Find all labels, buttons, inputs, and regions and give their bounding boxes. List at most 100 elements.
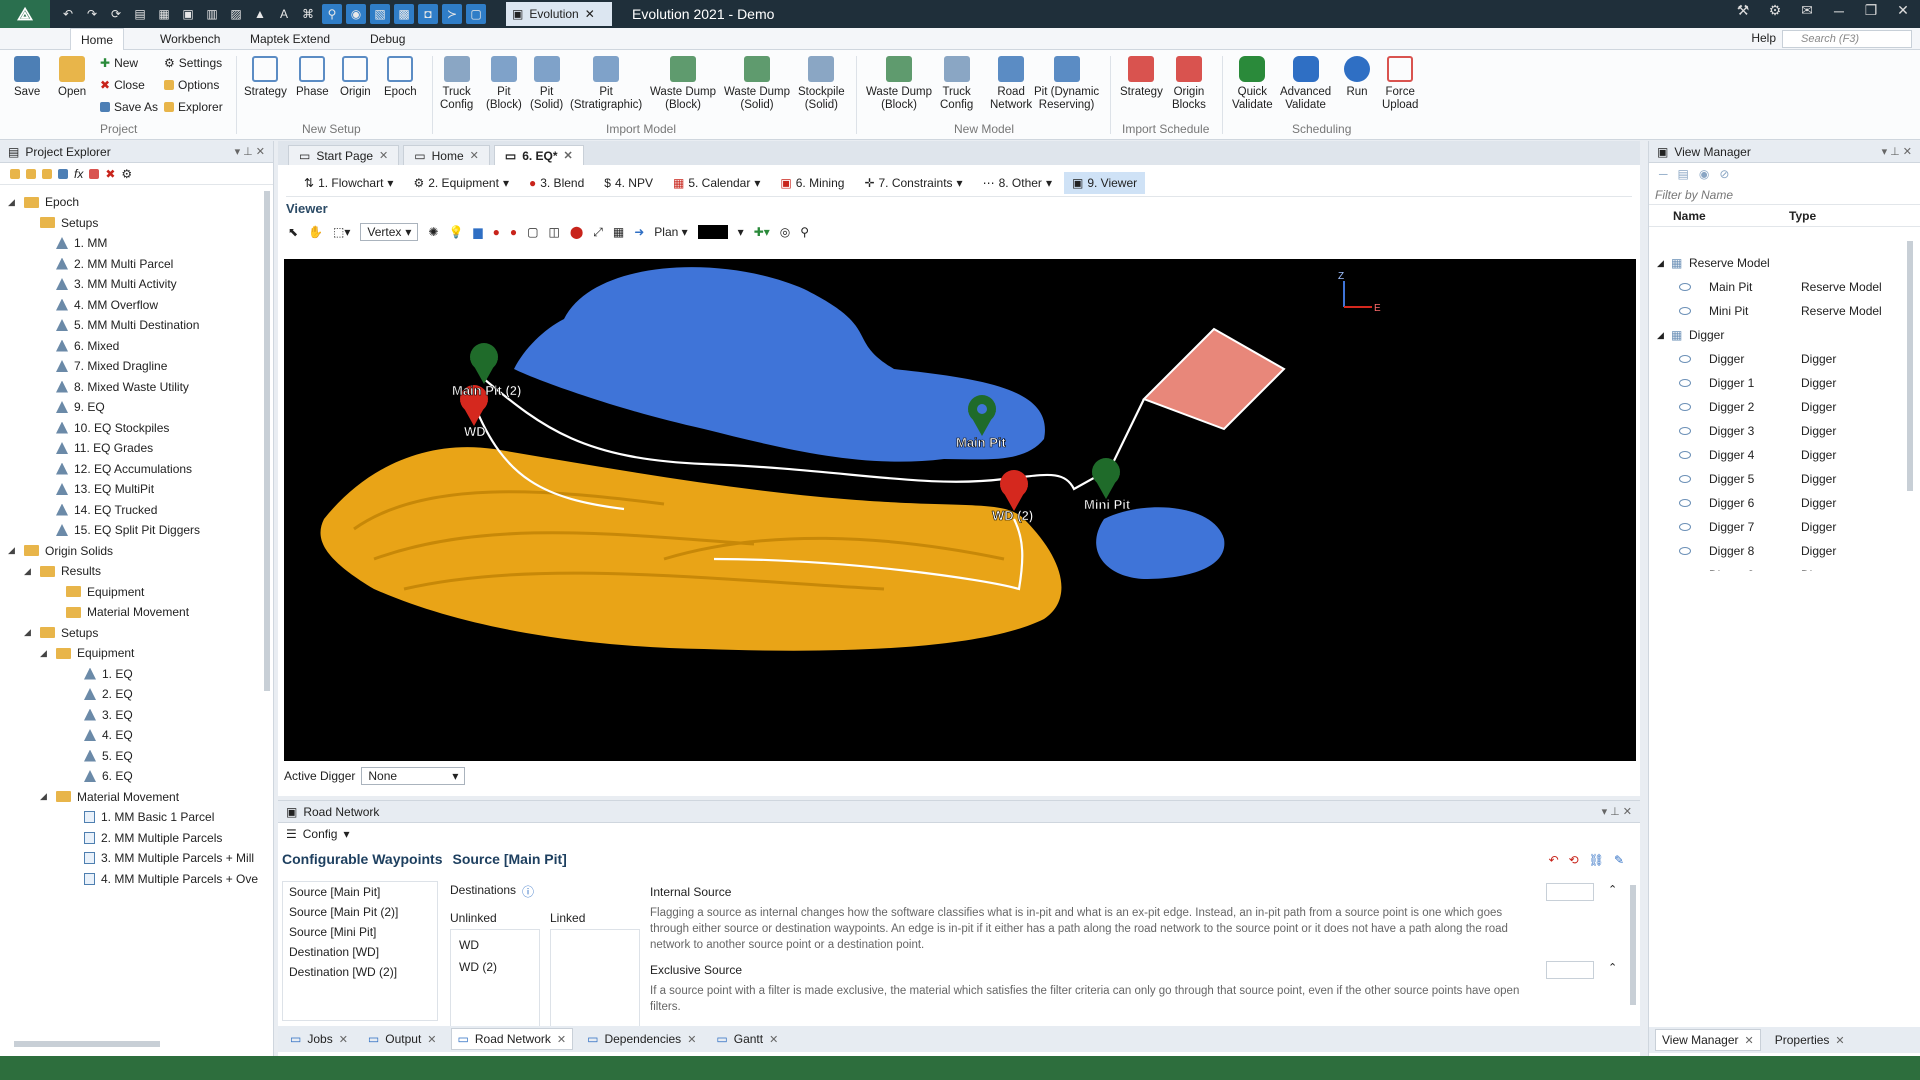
tree-item[interactable]: 14. EQ Trucked: [40, 503, 157, 517]
minus-icon[interactable]: ─: [1659, 167, 1668, 181]
save-button[interactable]: Save: [14, 56, 40, 99]
app-tab[interactable]: ▣ Evolution ✕: [506, 2, 612, 26]
view-group[interactable]: ◢ ▦ Digger: [1657, 323, 1887, 347]
tree-icon[interactable]: [58, 168, 68, 179]
tree-item[interactable]: 5. EQ: [68, 749, 133, 763]
tab-workbench[interactable]: Workbench: [150, 28, 230, 50]
import-strategy-button[interactable]: Strategy: [1120, 56, 1163, 99]
eye-icon[interactable]: [1679, 523, 1691, 531]
close-icon[interactable]: ✕: [339, 1033, 348, 1046]
view-row[interactable]: Digger 3 Digger: [1679, 419, 1909, 443]
remove-icon[interactable]: ✖: [105, 167, 115, 181]
tree-item[interactable]: 1. EQ: [68, 667, 133, 681]
viewer-canvas[interactable]: Main Pit (2) WD Main Pit WD (2) Mini Pit…: [284, 259, 1636, 761]
tree-item[interactable]: 1. MM Basic 1 Parcel: [68, 810, 214, 824]
pin-icon[interactable]: ▾ ⊥ ✕: [235, 145, 265, 158]
pin-main-pit-2[interactable]: [470, 343, 498, 384]
tab-mining[interactable]: ▣ 6. Mining: [772, 172, 852, 194]
tab-maptek-extend[interactable]: Maptek Extend: [240, 28, 340, 50]
col-type[interactable]: Type: [1789, 209, 1816, 226]
import-pit-block-button[interactable]: Pit (Block): [486, 56, 522, 112]
tree-scrollbar[interactable]: [264, 191, 270, 691]
network-icon[interactable]: ⌘: [298, 4, 318, 24]
sun-icon[interactable]: ✺: [428, 225, 438, 239]
collapse-icon[interactable]: ⌃: [1608, 883, 1617, 896]
stop-icon[interactable]: ⬤: [570, 225, 583, 239]
gear-icon[interactable]: ⚙: [1766, 2, 1784, 19]
tree-item[interactable]: 3. MM Multi Activity: [40, 277, 177, 291]
close-button[interactable]: ✕: [1894, 2, 1912, 19]
view-row[interactable]: Digger 7 Digger: [1679, 515, 1909, 539]
tab-start-page[interactable]: ▭ Start Page ✕: [288, 145, 400, 165]
tree-item[interactable]: 2. MM Multi Parcel: [40, 257, 173, 271]
snap-mode-select[interactable]: Vertex ▾: [360, 223, 419, 241]
terrain-icon[interactable]: ▲: [250, 4, 270, 24]
quick-validate-button[interactable]: Quick Validate: [1232, 56, 1273, 112]
main-pit-surface[interactable]: [514, 267, 1045, 462]
tree-results[interactable]: ◢ Results: [24, 564, 101, 578]
maximize-button[interactable]: ❐: [1862, 2, 1880, 19]
tree-equipment[interactable]: Equipment: [50, 585, 144, 599]
close-icon[interactable]: ✕: [470, 149, 479, 162]
marquee-icon[interactable]: ⬚▾: [333, 225, 350, 239]
tree-item[interactable]: 6. Mixed: [40, 339, 119, 353]
tree-item[interactable]: 13. EQ MultiPit: [40, 482, 154, 496]
properties-scrollbar[interactable]: [1630, 885, 1636, 1005]
waypoint-item[interactable]: Destination [WD (2)]: [283, 962, 437, 982]
collapse-icon[interactable]: ◢: [1657, 330, 1671, 341]
waypoint-item[interactable]: Source [Main Pit (2)]: [283, 902, 437, 922]
marker-icon[interactable]: ⚲: [800, 225, 809, 239]
import-waste-dump-solid-button[interactable]: Waste Dump (Solid): [724, 56, 790, 112]
eye-icon[interactable]: [1679, 307, 1691, 315]
panel-controls-icon[interactable]: ▾ ⊥ ✕: [1602, 805, 1632, 818]
bottom-tab[interactable]: ▭ Dependencies ✕: [581, 1029, 702, 1049]
tab-constraints[interactable]: ✛ 7. Constraints ▾: [856, 172, 970, 194]
pin-wd-2[interactable]: [1000, 470, 1028, 511]
eye-icon[interactable]: ◉: [1699, 167, 1709, 181]
mini-pit-surface[interactable]: [1096, 507, 1225, 579]
expand-icon[interactable]: ◢: [40, 648, 50, 659]
close-icon[interactable]: ✕: [379, 149, 388, 162]
location-icon[interactable]: ◎: [780, 225, 790, 239]
redo-icon[interactable]: ↷: [82, 4, 102, 24]
phase-button[interactable]: Phase: [296, 56, 329, 99]
tree-epoch[interactable]: ◢ Epoch: [8, 195, 79, 209]
options-button[interactable]: Options: [164, 78, 219, 92]
config-dropdown[interactable]: Config: [303, 827, 338, 841]
tree-setups-2[interactable]: ◢ Setups: [24, 626, 98, 640]
link-icon[interactable]: ⛓: [1589, 853, 1604, 867]
bottom-tab[interactable]: ▭ Road Network ✕: [450, 1028, 574, 1050]
tree-item[interactable]: 3. MM Multiple Parcels + Mill: [68, 851, 254, 865]
eye-icon[interactable]: [1679, 475, 1691, 483]
text-icon[interactable]: A: [274, 4, 294, 24]
tree-item[interactable]: 12. EQ Accumulations: [40, 462, 192, 476]
force-upload-button[interactable]: Force Upload: [1382, 56, 1418, 112]
close-icon[interactable]: ✕: [687, 1033, 696, 1046]
function-icon[interactable]: fx: [74, 167, 83, 181]
shade-icon[interactable]: ●: [510, 225, 517, 239]
measure-icon[interactable]: ⤢: [593, 225, 603, 240]
scene-svg[interactable]: Main Pit (2) WD Main Pit WD (2) Mini Pit…: [284, 259, 1636, 761]
view-row[interactable]: Digger 4 Digger: [1679, 443, 1909, 467]
search-input[interactable]: Search (F3): [1782, 30, 1912, 48]
tree-item[interactable]: 3. EQ: [68, 708, 133, 722]
add-icon[interactable]: ✚▾: [754, 225, 770, 239]
eye-icon[interactable]: [1679, 451, 1691, 459]
tab-home[interactable]: Home: [70, 28, 125, 50]
unlinked-list[interactable]: WD WD (2): [450, 929, 540, 1029]
tree-item[interactable]: 1. MM: [40, 236, 107, 250]
eye-icon[interactable]: [1679, 547, 1691, 555]
view-row[interactable]: Digger 5 Digger: [1679, 467, 1909, 491]
stockpile-surface[interactable]: [1142, 327, 1286, 431]
eye-off-icon[interactable]: ⊘: [1719, 167, 1729, 181]
close-icon[interactable]: ✕: [1745, 1034, 1754, 1047]
comment-icon[interactable]: ▆: [473, 225, 482, 239]
new-truck-config-button[interactable]: Truck Config: [940, 56, 973, 112]
close-icon[interactable]: ✕: [769, 1033, 778, 1046]
tab-equipment[interactable]: ⚙ 2. Equipment ▾: [405, 172, 517, 194]
filter-input[interactable]: Filter by Name: [1649, 185, 1920, 205]
select-icon[interactable]: ⬉: [288, 225, 298, 239]
edit-icon[interactable]: ✎: [1614, 853, 1624, 867]
tree-item[interactable]: 7. Mixed Dragline: [40, 359, 167, 373]
eye-icon[interactable]: [1679, 283, 1691, 291]
